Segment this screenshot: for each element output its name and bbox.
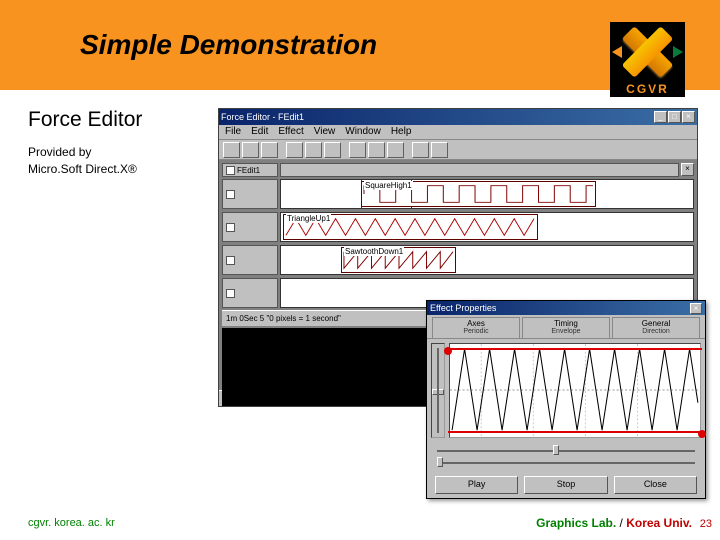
close-button[interactable]: × (682, 111, 695, 123)
logo-label: CGVR (610, 82, 685, 97)
device-label: FEdit1 (222, 163, 278, 177)
time-ruler[interactable] (280, 163, 679, 177)
triangle-wave-block[interactable]: TriangleUp1 (283, 214, 538, 240)
page-number: 23 (700, 518, 712, 530)
sawtooth-wave-block[interactable]: SawtoothDown1 (341, 247, 456, 273)
props-title: Effect Properties (430, 303, 496, 313)
stop-button[interactable]: Stop (524, 476, 607, 494)
props-tabs: AxesPeriodic TimingEnvelope GeneralDirec… (427, 315, 705, 339)
toolbar-paste-icon[interactable] (324, 142, 341, 158)
menu-view[interactable]: View (314, 126, 336, 138)
play-button[interactable]: Play (435, 476, 518, 494)
toolbar-rewind-icon[interactable] (349, 142, 366, 158)
phase-slider[interactable] (433, 458, 699, 468)
track-2-body[interactable]: TriangleUp1 (280, 212, 694, 242)
description-panel: Force Editor Provided by Micro.Soft Dire… (28, 108, 208, 407)
menu-bar: File Edit Effect View Window Help (219, 125, 697, 140)
directx-logo-icon (610, 22, 685, 82)
track-checkbox-icon[interactable] (226, 289, 235, 298)
track-checkbox-icon[interactable] (226, 223, 235, 232)
track-1-body[interactable]: SquareHigh1 (280, 179, 694, 209)
tab-general[interactable]: GeneralDirection (612, 317, 700, 338)
footer-url: cgvr. korea. ac. kr (28, 517, 115, 529)
triangle-wave-label: TriangleUp1 (286, 214, 331, 223)
square-wave-label: SquareHigh1 (364, 181, 413, 190)
track-close-icon[interactable]: × (681, 163, 694, 176)
menu-help[interactable]: Help (391, 126, 412, 138)
track-1-label[interactable] (222, 179, 278, 209)
cgvr-logo: CGVR (610, 22, 685, 97)
props-close-icon[interactable]: × (690, 303, 702, 314)
slide-title: Simple Demonstration (80, 29, 377, 61)
toolbar-props-icon[interactable] (412, 142, 429, 158)
close-button[interactable]: Close (614, 476, 697, 494)
offset-slider[interactable] (433, 446, 699, 456)
toolbar-copy-icon[interactable] (305, 142, 322, 158)
square-wave-block[interactable]: SquareHigh1 (361, 181, 596, 207)
slide-footer: cgvr. korea. ac. kr Graphics Lab. / Kore… (0, 516, 720, 530)
toolbar-cut-icon[interactable] (286, 142, 303, 158)
track-checkbox-icon[interactable] (226, 256, 235, 265)
minimize-button[interactable]: _ (654, 111, 667, 123)
toolbar-help-icon[interactable] (431, 142, 448, 158)
magnitude-slider[interactable] (431, 343, 445, 438)
tab-axes[interactable]: AxesPeriodic (432, 317, 520, 338)
slide-title-bar: Simple Demonstration CGVR (0, 0, 720, 90)
toolbar-play-icon[interactable] (368, 142, 385, 158)
toolbar-new-icon[interactable] (223, 142, 240, 158)
toolbar (219, 140, 697, 160)
menu-window[interactable]: Window (345, 126, 381, 138)
menu-effect[interactable]: Effect (278, 126, 303, 138)
track-4-label[interactable] (222, 278, 278, 308)
sawtooth-wave-label: SawtoothDown1 (344, 247, 404, 256)
menu-edit[interactable]: Edit (251, 126, 268, 138)
toolbar-open-icon[interactable] (242, 142, 259, 158)
waveform-graph (449, 343, 701, 438)
section-heading: Force Editor (28, 108, 208, 132)
toolbar-stop-icon[interactable] (387, 142, 404, 158)
track-3-body[interactable]: SawtoothDown1 (280, 245, 694, 275)
device-checkbox-icon[interactable] (226, 166, 235, 175)
tab-timing[interactable]: TimingEnvelope (522, 317, 610, 338)
props-titlebar[interactable]: Effect Properties × (427, 301, 705, 315)
track-3-label[interactable] (222, 245, 278, 275)
track-checkbox-icon[interactable] (226, 190, 235, 199)
maximize-button[interactable]: □ (668, 111, 681, 123)
track-2-label[interactable] (222, 212, 278, 242)
footer-credit: Graphics Lab. / Korea Univ. (536, 516, 692, 530)
window-titlebar[interactable]: Force Editor - FEdit1 _ □ × (219, 109, 697, 125)
toolbar-save-icon[interactable] (261, 142, 278, 158)
provided-by-text: Provided by Micro.Soft Direct.X® (28, 144, 208, 178)
window-title: Force Editor - FEdit1 (221, 112, 304, 122)
menu-file[interactable]: File (225, 126, 241, 138)
effect-properties-window[interactable]: Effect Properties × AxesPeriodic TimingE… (426, 300, 706, 499)
